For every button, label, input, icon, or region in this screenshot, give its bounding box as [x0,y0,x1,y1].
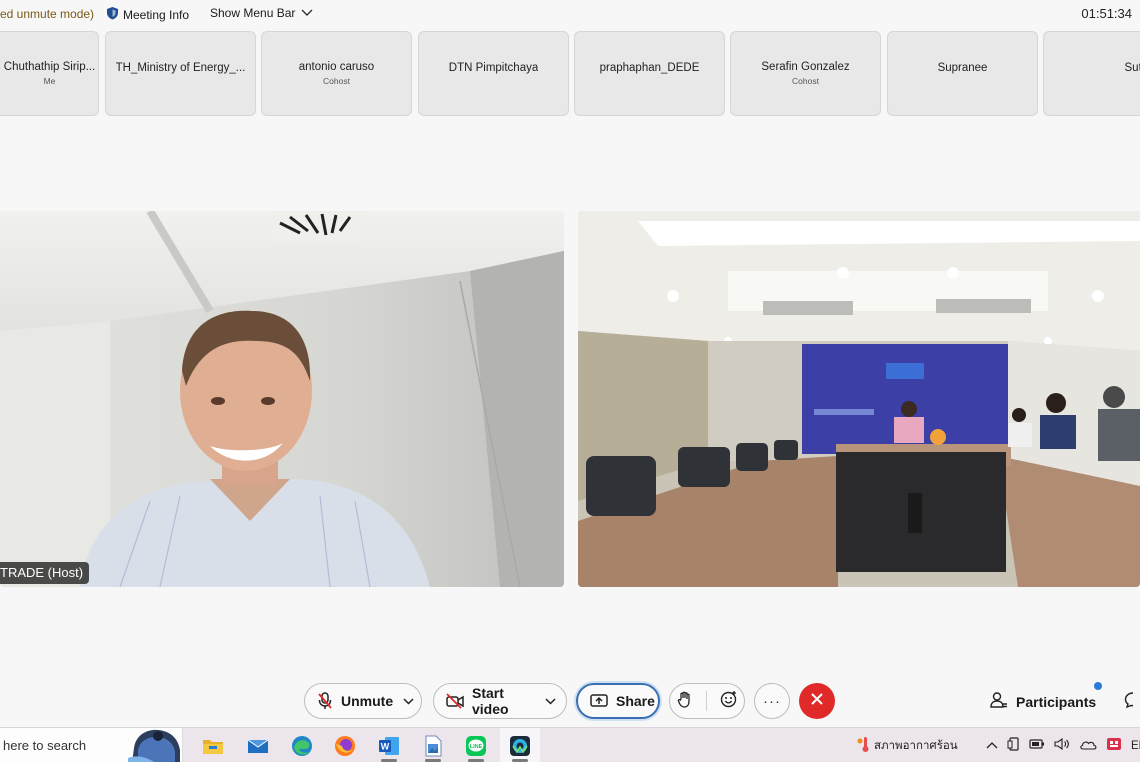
participant-name: DTN Pimpitchaya [448,61,539,74]
meeting-controls: Unmute Start video Share ··· Participant… [0,680,1140,722]
top-bar: ed unmute mode) Meeting Info Show Menu B… [0,0,1140,28]
participant-name: Sutthasin [1124,61,1140,74]
chevron-up-icon[interactable] [986,740,998,752]
participant-name: praphaphan_DEDE [599,61,700,74]
participant-role: Cohost [323,76,350,86]
participants-icon [990,691,1008,712]
participant-tile[interactable]: DTN Pimpitchaya [418,31,569,116]
participants-label: Participants [1016,693,1097,710]
language-indicator[interactable]: ENG [1131,740,1140,752]
camera-off-icon [446,693,464,709]
participants-button[interactable]: Participants [990,691,1096,712]
meeting-timer: 01:51:34 [1081,6,1132,21]
mute-mode-text: ed unmute mode) [0,7,95,21]
meeting-info-label: Meeting Info [123,7,190,22]
participant-name: Chuthathip Sirip... [3,61,96,73]
file-explorer-icon[interactable] [193,728,233,762]
firefox-icon[interactable] [325,728,365,762]
emoji-reaction-icon[interactable] [720,690,738,713]
unmute-label: Unmute [341,693,394,709]
webex-meeting-window: ed unmute mode) Meeting Info Show Menu B… [0,0,1140,762]
participant-tile[interactable]: Sutthasin [1043,31,1140,116]
room-video[interactable] [578,211,1140,587]
word-icon[interactable]: W [369,728,409,762]
system-tray: ENG [986,728,1140,762]
participant-tile[interactable]: Serafin Gonzalez Cohost [730,31,881,116]
leave-meeting-button[interactable] [799,683,835,719]
show-menu-bar-button[interactable]: Show Menu Bar [210,6,313,20]
shield-icon [106,6,119,23]
meeting-info-button[interactable]: Meeting Info [106,6,189,23]
microphone-muted-icon [317,692,333,710]
more-options-button[interactable]: ··· [754,683,790,719]
participant-role: Cohost [792,76,819,86]
divider [705,691,707,711]
photos-icon[interactable] [413,728,453,762]
participant-name: Serafin Gonzalez [761,61,850,73]
participant-strip: Chuthathip Sirip... Me TH_Ministry of En… [0,31,1140,116]
participant-tile[interactable]: TH_Ministry of Energy_... [105,31,256,116]
participant-name: Supranee [937,61,988,74]
unmute-button[interactable]: Unmute [304,683,422,719]
start-video-button[interactable]: Start video [433,683,567,719]
reactions-group [669,683,745,719]
close-icon [810,692,824,711]
svg-text:W: W [381,741,390,751]
participant-tile[interactable]: antonio caruso Cohost [261,31,412,116]
participant-tile[interactable]: Chuthathip Sirip... Me [0,31,99,116]
svg-text:LINE: LINE [470,744,483,750]
search-placeholder: here to search [3,738,87,753]
chevron-down-icon [301,6,313,20]
chevron-down-icon[interactable] [403,697,414,705]
chat-icon[interactable] [1124,691,1140,714]
participant-name: TH_Ministry of Energy_... [115,61,246,74]
start-video-label: Start video [472,685,509,717]
app-tray-icon[interactable] [1106,737,1122,754]
search-highlight-image [128,728,184,762]
host-video[interactable] [0,211,564,587]
chevron-down-icon[interactable] [545,697,556,705]
mail-icon[interactable] [238,728,278,762]
battery-icon[interactable] [1029,739,1045,752]
webex-icon[interactable] [500,728,540,762]
participant-tile[interactable]: Supranee [887,31,1038,116]
device-icon[interactable] [1007,737,1020,754]
thermometer-icon [856,735,870,756]
raise-hand-icon[interactable] [677,690,693,713]
participant-role: Me [43,76,56,86]
share-button[interactable]: Share [576,683,660,719]
show-menu-bar-label: Show Menu Bar [210,6,296,20]
edge-browser-icon[interactable] [282,728,322,762]
line-app-icon[interactable]: LINE [456,728,496,762]
participant-name: antonio caruso [298,61,375,73]
volume-icon[interactable] [1054,737,1070,753]
windows-taskbar: here to search W LINE สภาพอากาศร้อน E [0,727,1140,762]
onedrive-icon[interactable] [1079,739,1097,753]
share-label: Share [616,693,655,709]
notification-dot [1094,682,1102,690]
weather-text: สภาพอากาศร้อน [874,739,958,752]
weather-widget[interactable]: สภาพอากาศร้อน [856,728,958,762]
participant-tile[interactable]: praphaphan_DEDE [574,31,725,116]
share-screen-icon [590,693,608,709]
host-name-label: TRADE (Host) [0,562,90,584]
